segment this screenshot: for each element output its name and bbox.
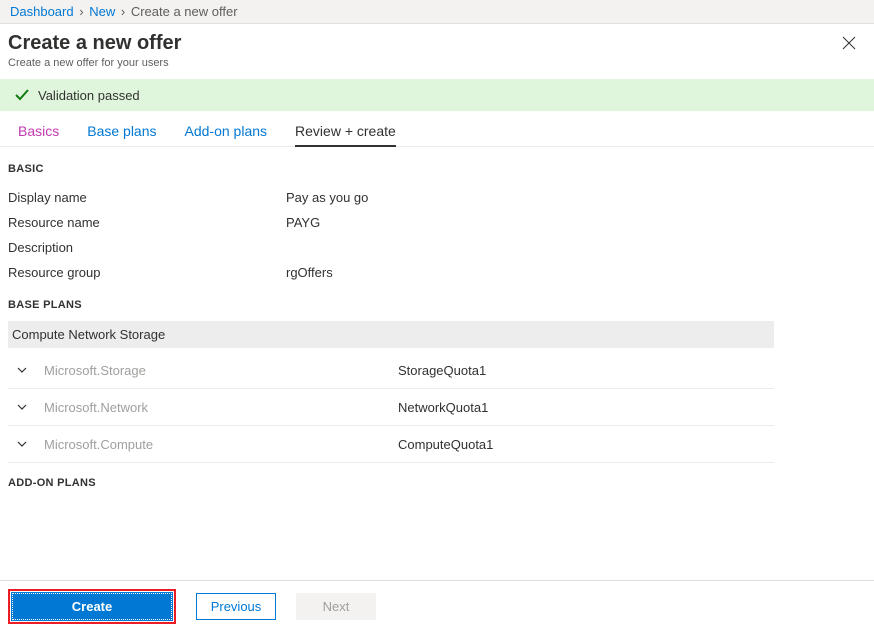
provider-storage: Microsoft.Storage bbox=[44, 363, 398, 378]
label-description: Description bbox=[8, 240, 286, 255]
chevron-down-icon[interactable] bbox=[14, 399, 30, 415]
tabs: Basics Base plans Add-on plans Review + … bbox=[0, 111, 874, 147]
checkmark-icon bbox=[14, 87, 30, 103]
section-basic-label: BASIC bbox=[8, 163, 866, 175]
label-resource-name: Resource name bbox=[8, 215, 286, 230]
quota-compute: ComputeQuota1 bbox=[398, 437, 493, 452]
breadcrumb: Dashboard › New › Create a new offer bbox=[0, 0, 874, 24]
breadcrumb-new[interactable]: New bbox=[89, 4, 115, 19]
value-resource-group: rgOffers bbox=[286, 265, 333, 280]
section-base-plans-label: BASE PLANS bbox=[8, 299, 866, 311]
validation-banner: Validation passed bbox=[0, 79, 874, 111]
plan-row-compute: Microsoft.Compute ComputeQuota1 bbox=[8, 426, 774, 463]
close-button[interactable] bbox=[838, 32, 860, 58]
tab-basics[interactable]: Basics bbox=[18, 123, 59, 146]
provider-network: Microsoft.Network bbox=[44, 400, 398, 415]
breadcrumb-dashboard[interactable]: Dashboard bbox=[10, 4, 74, 19]
chevron-right-icon: › bbox=[79, 4, 83, 19]
quota-storage: StorageQuota1 bbox=[398, 363, 486, 378]
plan-row-network: Microsoft.Network NetworkQuota1 bbox=[8, 389, 774, 426]
row-resource-group: Resource group rgOffers bbox=[8, 260, 866, 285]
chevron-down-icon[interactable] bbox=[14, 362, 30, 378]
provider-compute: Microsoft.Compute bbox=[44, 437, 398, 452]
page-header: Create a new offer Create a new offer fo… bbox=[0, 24, 874, 79]
section-addon-plans-label: ADD-ON PLANS bbox=[8, 477, 866, 489]
previous-button[interactable]: Previous bbox=[196, 593, 276, 620]
tab-addon-plans[interactable]: Add-on plans bbox=[185, 123, 268, 146]
label-display-name: Display name bbox=[8, 190, 286, 205]
value-display-name: Pay as you go bbox=[286, 190, 368, 205]
footer: Create Previous Next bbox=[0, 580, 874, 632]
row-description: Description bbox=[8, 235, 866, 260]
chevron-down-icon[interactable] bbox=[14, 436, 30, 452]
breadcrumb-current: Create a new offer bbox=[131, 4, 238, 19]
page-title: Create a new offer bbox=[8, 32, 181, 55]
value-resource-name: PAYG bbox=[286, 215, 320, 230]
close-icon bbox=[842, 36, 856, 50]
next-button: Next bbox=[296, 593, 376, 620]
plan-row-storage: Microsoft.Storage StorageQuota1 bbox=[8, 352, 774, 389]
tab-base-plans[interactable]: Base plans bbox=[87, 123, 156, 146]
create-button[interactable]: Create bbox=[12, 593, 172, 620]
row-display-name: Display name Pay as you go bbox=[8, 185, 866, 210]
content-area: BASIC Display name Pay as you go Resourc… bbox=[0, 163, 874, 489]
tab-review-create[interactable]: Review + create bbox=[295, 123, 396, 147]
row-resource-name: Resource name PAYG bbox=[8, 210, 866, 235]
quota-network: NetworkQuota1 bbox=[398, 400, 488, 415]
validation-message: Validation passed bbox=[38, 88, 140, 103]
chevron-right-icon: › bbox=[121, 4, 125, 19]
page-subtitle: Create a new offer for your users bbox=[8, 57, 181, 69]
base-plan-name: Compute Network Storage bbox=[8, 321, 774, 348]
create-highlight: Create bbox=[8, 589, 176, 624]
label-resource-group: Resource group bbox=[8, 265, 286, 280]
